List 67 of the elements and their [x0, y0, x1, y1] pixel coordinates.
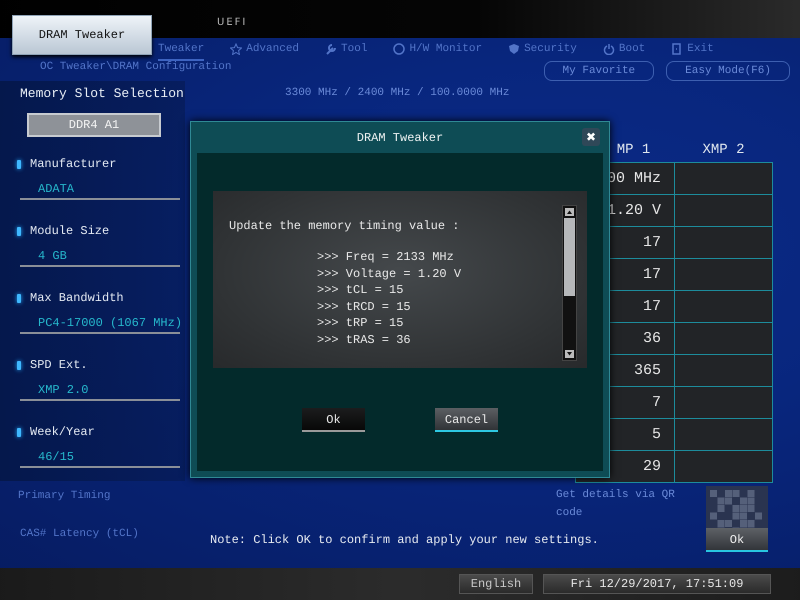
bullet-icon [17, 294, 21, 302]
timing-value: >>> tRCD = 15 [317, 298, 412, 315]
table-cell-text: 7 [650, 393, 662, 413]
timing-value: >>> tRP = 15 [317, 315, 404, 332]
slot-selector[interactable]: DDR4 A1 [27, 113, 161, 137]
star-icon [230, 43, 242, 55]
menu-tab[interactable]: Boot [602, 39, 646, 61]
field-value: 46/15 [20, 450, 180, 468]
note-text: Note: Click OK to confirm and apply your new settings. [210, 533, 599, 547]
setting-label: CAS# Latency (tCL) [19, 528, 139, 540]
table-cell-text: 29 [642, 457, 662, 477]
timing-value: >>> Freq = 2133 MHz [317, 249, 455, 266]
ok-button[interactable]: Ok [706, 528, 768, 552]
door-icon [671, 43, 684, 55]
field-label: Manufacturer [30, 157, 116, 171]
bullet-icon [17, 360, 21, 370]
date-time: Fri 12/29/2017, 17:51:09 [543, 574, 771, 594]
field-value: ADATA [20, 182, 180, 200]
scroll-up-icon [565, 208, 574, 216]
field-label: Week/Year [30, 425, 95, 439]
menu-tab[interactable]: Tweaker [158, 39, 204, 61]
shield-icon [508, 43, 520, 55]
power-icon [602, 43, 615, 55]
bullet-icon [17, 428, 21, 436]
timing-value: >>> tCL = 15 [317, 282, 404, 298]
table-cell-text: 365 [632, 361, 662, 381]
table-cell-text: 17 [642, 265, 662, 285]
timing-value: >>> Voltage = 1.20 V [317, 266, 462, 282]
cancel-button[interactable]: Cancel [435, 408, 498, 432]
favorite-button[interactable]: My Favorite [544, 61, 654, 81]
menu-tab[interactable]: Advanced [230, 39, 300, 61]
bullet-icon [17, 160, 21, 168]
breadcrumb: OC Tweaker\DRAM Configuration [40, 61, 232, 73]
dialog-title: DRAM Tweaker [356, 130, 444, 144]
product-label: UEFI [217, 16, 248, 28]
section-label: Primary Timing [18, 490, 110, 502]
field-value: PC4-17000 (1067 MHz) [20, 316, 180, 334]
scroll-down-icon [565, 350, 574, 358]
wrench-icon [325, 43, 338, 55]
field-label: Module Size [30, 224, 110, 238]
ok-button[interactable]: Ok [302, 408, 365, 432]
scroll-thumb[interactable] [564, 218, 575, 296]
panel-title: Memory Slot Selection [20, 86, 185, 101]
table-cell-text: 17 [642, 233, 662, 253]
easy-mode-button[interactable]: Easy Mode(F6) [666, 61, 790, 81]
menu-tab[interactable]: Tool [325, 39, 368, 61]
menu-tab[interactable]: H/W Monitor [393, 39, 482, 61]
field-label: SPD Ext. [30, 358, 88, 372]
column-header: MP 1 [616, 142, 652, 158]
qr-hint-text: Get details via QR code [556, 488, 676, 521]
menu-tab[interactable]: Security [508, 39, 577, 61]
language-button[interactable]: English [459, 574, 533, 594]
timing-value: >>> tRAS = 36 [317, 332, 412, 348]
menu-tab[interactable]: Exit [671, 39, 714, 61]
message-text: Update the memory timing value : [229, 219, 460, 233]
close-button[interactable]: ✖ [582, 128, 600, 146]
field-label: Max Bandwidth [30, 291, 124, 305]
bullet-icon [17, 226, 21, 236]
column-header: XMP 2 [701, 142, 746, 158]
table-cell-text: 17 [642, 297, 662, 317]
field-value: XMP 2.0 [20, 383, 180, 401]
table-cell-text: 36 [642, 329, 662, 349]
scrollbar[interactable] [562, 205, 577, 361]
circle-icon [393, 43, 406, 55]
field-value: 4 GB [20, 249, 180, 267]
table-cell-text: 5 [650, 425, 662, 445]
speed-reading: 3300 MHz / 2400 MHz / 100.0000 MHz [285, 87, 510, 99]
